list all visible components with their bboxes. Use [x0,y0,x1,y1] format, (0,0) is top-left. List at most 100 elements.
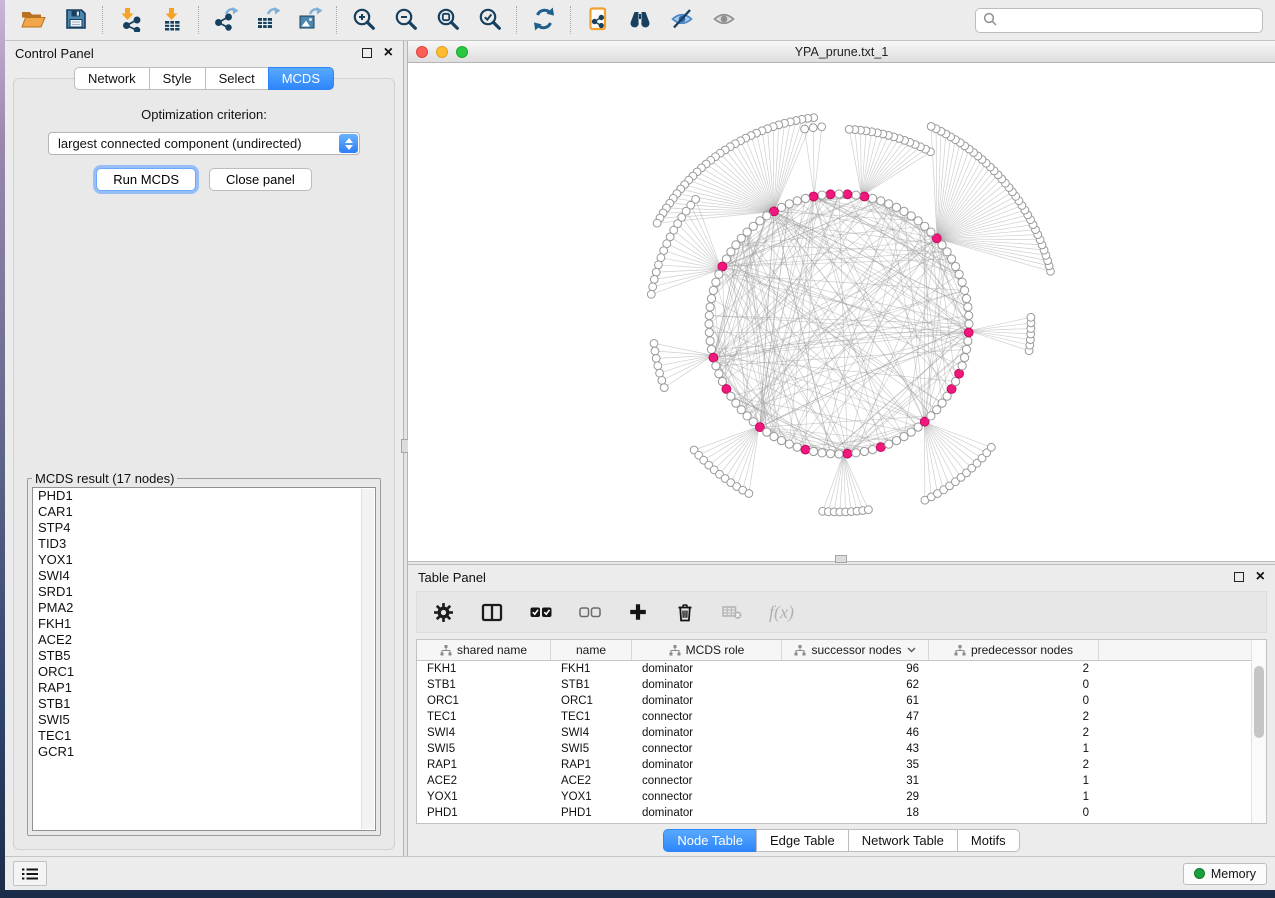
network-node[interactable] [826,450,834,458]
mcds-result-item[interactable]: RAP1 [33,680,375,696]
mcds-result-item[interactable]: STB1 [33,696,375,712]
leaf-node[interactable] [654,362,662,370]
mcds-result-item[interactable]: FKH1 [33,616,375,632]
leaf-node[interactable] [656,369,664,377]
network-node[interactable] [892,203,900,211]
mcds-result-item[interactable]: CAR1 [33,504,375,520]
network-node[interactable] [965,320,973,328]
column-settings-gear-button[interactable] [433,602,454,623]
network-node[interactable] [955,270,963,278]
tab-mcds[interactable]: MCDS [268,67,334,90]
mcds-result-item[interactable]: SWI5 [33,712,375,728]
network-node[interactable] [770,433,778,441]
select-all-checkboxes-icon[interactable] [530,605,552,619]
mcds-node[interactable] [843,449,852,458]
mcds-node[interactable] [709,353,718,362]
mcds-result-item[interactable]: GCR1 [33,744,375,760]
horizontal-split-divider[interactable] [408,561,1275,565]
leaf-node[interactable] [649,283,657,291]
network-node[interactable] [961,286,969,294]
table-row[interactable]: SWI5SWI5connector431 [417,741,1266,757]
minimize-window-traffic-light[interactable] [436,46,448,58]
column-header-predecessor-nodes[interactable]: predecessor nodes [929,640,1099,660]
network-node[interactable] [705,328,713,336]
table-scrollbar[interactable] [1251,640,1266,823]
close-window-traffic-light[interactable] [416,46,428,58]
network-window-titlebar[interactable]: YPA_prune.txt_1 [408,41,1275,63]
network-node[interactable] [818,191,826,199]
network-file-button[interactable] [581,5,614,35]
optimization-criterion-select[interactable]: largest connected component (undirected) [48,132,360,155]
binoculars-button[interactable] [623,5,656,35]
network-node[interactable] [892,437,900,445]
leaf-node[interactable] [650,340,658,348]
network-node[interactable] [964,337,972,345]
network-node[interactable] [785,440,793,448]
network-node[interactable] [705,320,713,328]
mcds-node[interactable] [718,262,727,271]
delete-column-trash-button[interactable] [675,602,695,623]
search-input[interactable] [998,12,1256,29]
zoom-out-button[interactable] [389,5,422,35]
leaf-node[interactable] [927,123,935,131]
mcds-node[interactable] [876,443,885,452]
table-scrollbar-thumb[interactable] [1254,666,1264,738]
table-row[interactable]: PHD1PHD1dominator180 [417,805,1266,821]
mcds-node[interactable] [955,369,964,378]
network-node[interactable] [885,440,893,448]
network-node[interactable] [712,278,720,286]
network-node[interactable] [885,200,893,208]
leaf-node[interactable] [652,355,660,363]
mcds-result-item[interactable]: TID3 [33,536,375,552]
column-header-shared-name[interactable]: shared name [417,640,551,660]
network-node[interactable] [964,303,972,311]
mcds-result-item[interactable]: ORC1 [33,664,375,680]
tab-motifs[interactable]: Motifs [957,829,1020,852]
network-canvas[interactable] [408,63,1275,561]
network-graph[interactable] [408,63,1274,561]
network-node[interactable] [715,270,723,278]
network-node[interactable] [709,286,717,294]
network-node[interactable] [958,362,966,370]
table-row[interactable]: TEC1TEC1connector472 [417,709,1266,725]
tab-edge-table[interactable]: Edge Table [756,829,849,852]
network-node[interactable] [727,248,735,256]
network-node[interactable] [707,295,715,303]
table-row[interactable]: FKH1FKH1dominator962 [417,661,1266,677]
zoom-selected-button[interactable] [473,5,506,35]
network-node[interactable] [958,278,966,286]
leaf-node[interactable] [818,123,826,131]
float-panel-icon[interactable] [362,48,372,58]
zoom-in-button[interactable] [347,5,380,35]
network-node[interactable] [818,449,826,457]
leaf-node[interactable] [845,125,853,133]
save-session-button[interactable] [59,5,92,35]
tab-network-table[interactable]: Network Table [848,829,958,852]
import-network-button[interactable] [113,5,146,35]
close-panel-button[interactable]: Close panel [209,168,312,191]
mcds-result-list[interactable]: PHD1CAR1STP4TID3YOX1SWI4SRD1PMA2FKH1ACE2… [32,487,376,831]
unselect-all-checkboxes-icon[interactable] [579,605,601,619]
mcds-result-item[interactable]: PMA2 [33,600,375,616]
network-node[interactable] [785,200,793,208]
mcds-result-item[interactable]: YOX1 [33,552,375,568]
table-row[interactable]: ORC1ORC1dominator610 [417,693,1266,709]
mcds-node[interactable] [860,192,869,201]
network-node[interactable] [952,262,960,270]
leaf-node[interactable] [651,347,659,355]
show-all-button[interactable] [707,5,740,35]
mcds-node[interactable] [809,192,818,201]
network-node[interactable] [965,311,973,319]
table-row[interactable]: YOX1YOX1connector291 [417,789,1266,805]
leaf-node[interactable] [801,125,809,133]
network-node[interactable] [763,428,771,436]
tab-network[interactable]: Network [74,67,150,90]
export-network-button[interactable] [209,5,242,35]
tab-node-table[interactable]: Node Table [663,829,757,852]
memory-button[interactable]: Memory [1183,863,1267,885]
task-history-button[interactable] [13,861,47,886]
network-node[interactable] [835,450,843,458]
tab-style[interactable]: Style [149,67,206,90]
leaf-node[interactable] [865,506,873,514]
export-table-button[interactable] [251,5,284,35]
